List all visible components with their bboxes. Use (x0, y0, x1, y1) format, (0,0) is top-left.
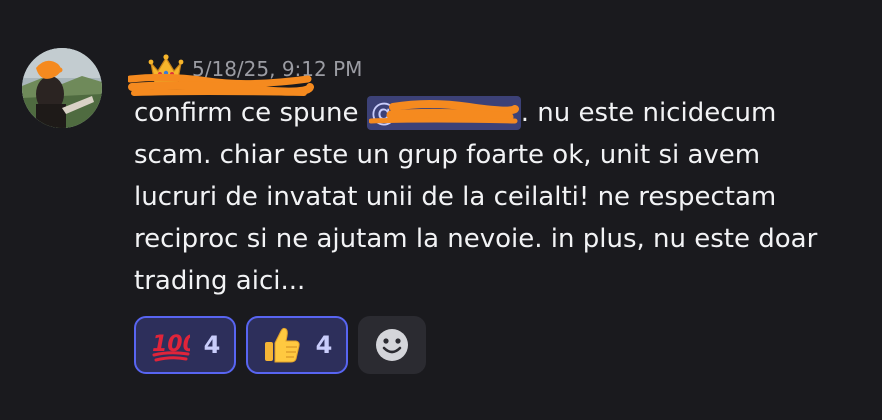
thumbs-up-icon (264, 327, 300, 363)
chat-message: 5/18/25, 9:12 PM confirm ce spune @ . nu… (0, 0, 882, 420)
message-header: 5/18/25, 9:12 PM (128, 52, 362, 96)
avatar-photo (22, 48, 102, 128)
reaction-count: 4 (315, 331, 333, 359)
hundred-points-icon: 100 (152, 332, 190, 362)
message-text-start: confirm ce spune (134, 98, 367, 128)
avatar[interactable] (22, 48, 102, 128)
reaction-thumbs-up[interactable]: 4 (246, 316, 348, 374)
mention-redaction-scribble (368, 100, 519, 124)
smiley-add-reaction-icon (376, 329, 408, 361)
reactions-bar: 100 4 4 (134, 316, 426, 374)
reaction-count: 4 (203, 331, 221, 359)
reaction-hundred-points[interactable]: 100 4 (134, 316, 236, 374)
user-mention[interactable]: @ (366, 96, 521, 130)
message-content: confirm ce spune @ . nu este nicidecum s… (134, 92, 834, 302)
add-reaction-button[interactable] (358, 316, 426, 374)
